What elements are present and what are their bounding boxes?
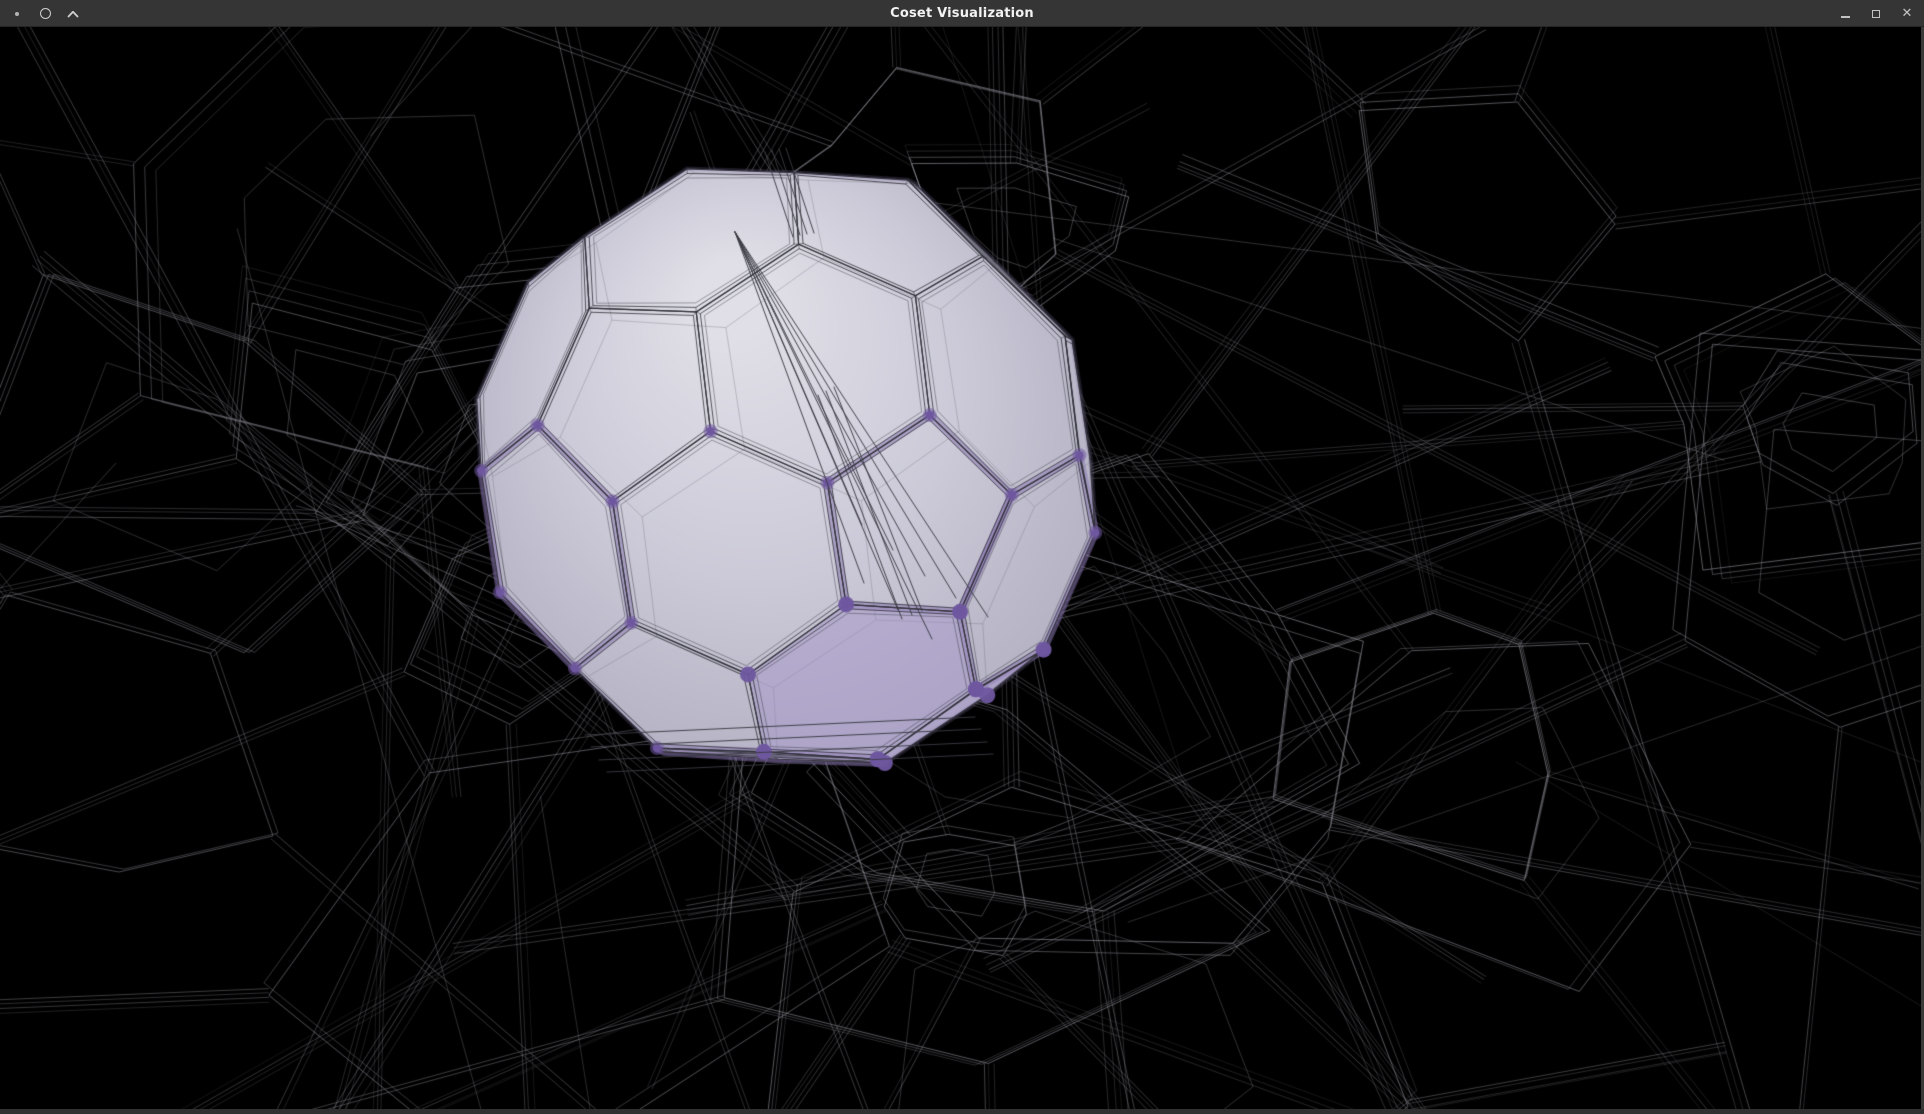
close-icon: ✕ [1902,7,1913,20]
3d-viewport[interactable] [0,27,1924,1109]
maximize-button[interactable] [1867,5,1885,23]
dot-indicator-icon[interactable] [8,5,26,23]
titlebar-left-icons [8,0,82,27]
minimize-button[interactable] [1836,5,1854,23]
window-title: Coset Visualization [0,6,1924,21]
window-border-bottom [0,1109,1924,1114]
titlebar[interactable]: Coset Visualization ✕ [0,0,1924,27]
chevron-up-icon[interactable] [64,5,82,23]
circle-icon[interactable] [36,5,54,23]
close-button[interactable]: ✕ [1898,5,1916,23]
window-controls: ✕ [1836,0,1916,27]
app-window: Coset Visualization ✕ [0,0,1924,1114]
